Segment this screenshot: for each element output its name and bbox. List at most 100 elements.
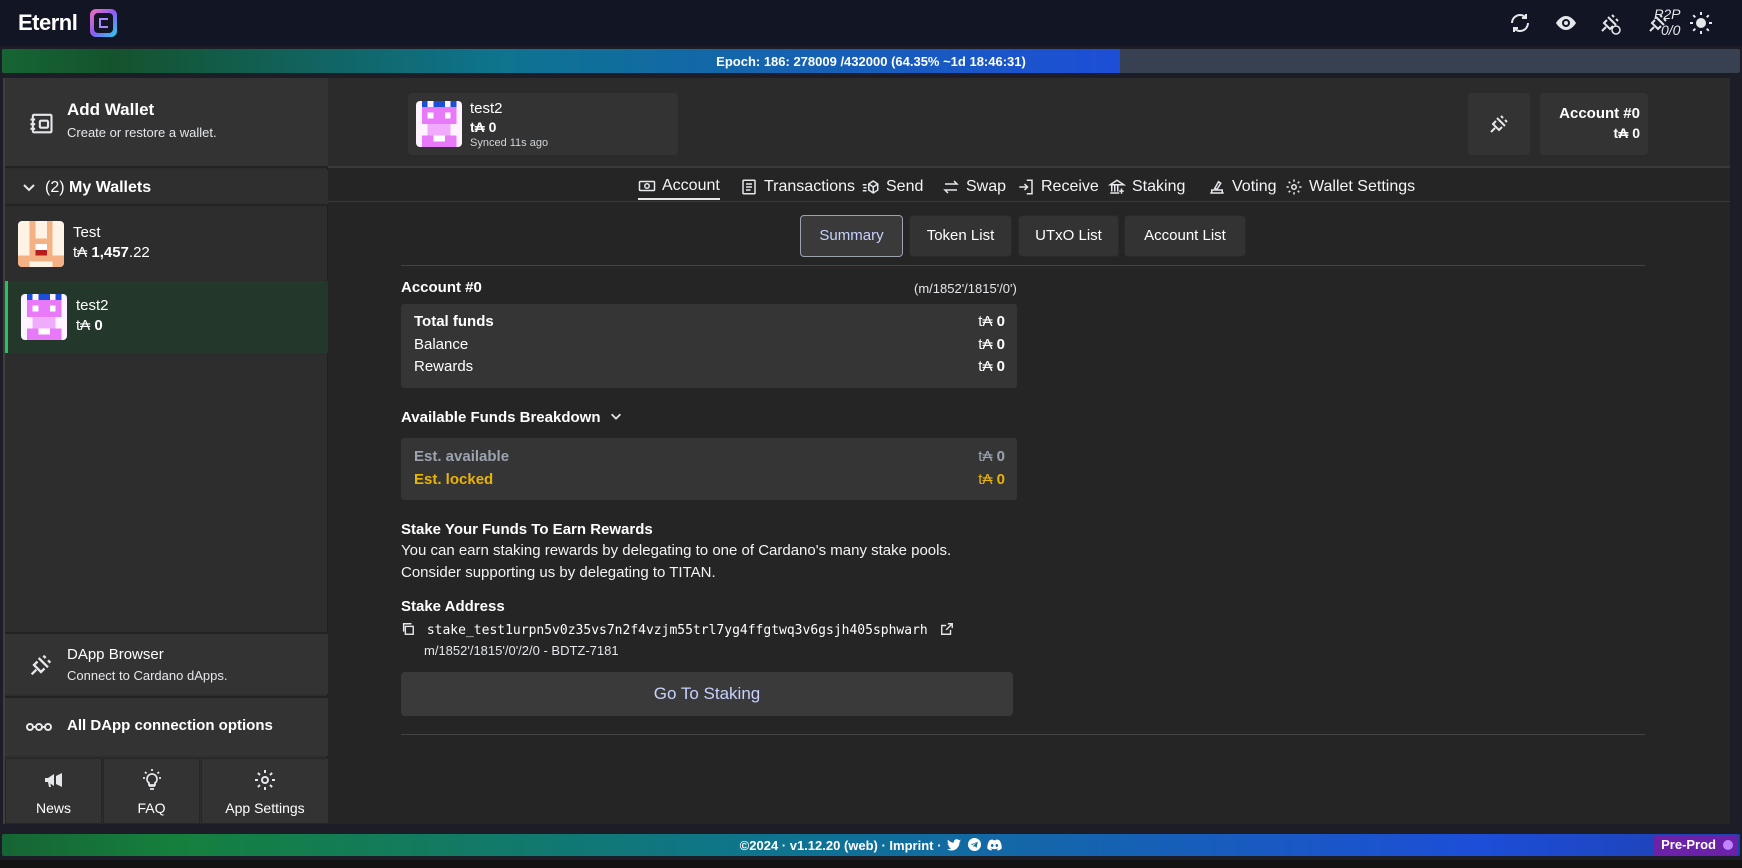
news-button[interactable]: News — [5, 758, 102, 824]
wallet-nav: Account Transactions Send Swap Receive S… — [328, 170, 1730, 202]
subtab-summary[interactable]: Summary — [800, 215, 903, 257]
balance-label: Balance — [414, 336, 469, 353]
dapp-browser-subtitle: Connect to Cardano dApps. — [67, 668, 228, 683]
funds-breakdown-toggle[interactable]: Available Funds Breakdown — [401, 409, 623, 426]
app-settings-button[interactable]: App Settings — [201, 758, 329, 824]
account-label: Account #0 — [1559, 105, 1640, 122]
rewards-row: Rewards t₳ 0 — [414, 358, 1005, 378]
tab-voting[interactable]: Voting — [1208, 174, 1276, 200]
currency-symbol: t₳ — [76, 317, 91, 334]
funds-breakdown-title: Available Funds Breakdown — [401, 409, 601, 426]
footer-copyright: ©2024 · v1.12.20 (web) · Imprint · — [739, 838, 942, 853]
dapp-browser-button[interactable]: DApp Browser Connect to Cardano dApps. — [5, 632, 329, 694]
currency-symbol: t₳ — [73, 244, 88, 261]
tab-wallet-settings-label: Wallet Settings — [1309, 178, 1416, 195]
eternl-logo-icon — [90, 9, 117, 37]
balance-integer: 1,457 — [91, 244, 129, 261]
amount: 0 — [996, 336, 1005, 353]
bottom-strip — [0, 860, 1742, 868]
est-available-label: Est. available — [414, 448, 510, 465]
go-to-staking-button[interactable]: Go To Staking — [401, 672, 1013, 716]
add-wallet-button[interactable]: Add Wallet Create or restore a wallet. — [5, 78, 329, 168]
dapp-network-icon[interactable] — [1598, 11, 1622, 35]
sync-icon[interactable] — [1508, 11, 1532, 35]
wallet-name: Test — [73, 224, 101, 241]
tab-send[interactable]: Send — [862, 174, 923, 200]
wallet-avatar — [18, 221, 64, 267]
stake-line-1: You can earn staking rewards by delegati… — [401, 542, 952, 559]
account-title: Account #0 — [401, 279, 482, 296]
faq-label: FAQ — [137, 800, 166, 816]
stake-title: Stake Your Funds To Earn Rewards — [401, 521, 653, 538]
plug-icon — [1490, 115, 1508, 133]
chevron-down-icon — [23, 184, 35, 192]
tab-wallet-settings[interactable]: Wallet Settings — [1285, 174, 1415, 200]
eye-icon[interactable] — [1554, 11, 1578, 35]
external-link-icon[interactable] — [940, 622, 954, 636]
tab-swap[interactable]: Swap — [942, 174, 1006, 200]
current-wallet-card[interactable]: test2 t₳ 0 Synced 11s ago — [408, 93, 678, 155]
voting-icon — [1210, 180, 1224, 194]
est-locked-row: Est. locked t₳ 0 — [414, 471, 1005, 491]
all-dapp-options-button[interactable]: All DApp connection options — [5, 696, 329, 756]
balance-integer: 0 — [94, 317, 103, 334]
currency-symbol: t₳ — [978, 358, 993, 375]
add-wallet-icon — [30, 113, 53, 134]
dapp-connect-button[interactable] — [1468, 93, 1530, 155]
wallet-item-test2[interactable]: test2 t₳ 0 — [5, 281, 329, 353]
amount: 0 — [996, 313, 1005, 330]
discord-icon[interactable] — [987, 839, 1003, 851]
account-icon — [638, 180, 656, 192]
sidebar-bottom-buttons: News FAQ App Settings — [5, 758, 329, 824]
sun-theme-icon[interactable] — [1689, 11, 1713, 35]
network-badge: Pre-Prod — [1653, 835, 1738, 855]
copy-icon[interactable] — [401, 622, 415, 636]
p2p-status: P2P 0/0 — [1654, 6, 1680, 38]
tab-account[interactable]: Account — [638, 174, 720, 200]
account-selector[interactable]: Account #0 t₳ 0 — [1540, 93, 1648, 155]
subtab-token-list[interactable]: Token List — [909, 215, 1012, 257]
wallet-avatar — [416, 101, 462, 147]
currency-symbol: t₳ — [978, 471, 993, 488]
sidebar: Add Wallet Create or restore a wallet. (… — [3, 78, 329, 824]
tab-staking[interactable]: Staking — [1108, 174, 1185, 200]
amount: 0 — [996, 471, 1005, 488]
est-locked-label: Est. locked — [414, 471, 494, 488]
twitter-icon[interactable] — [947, 839, 962, 851]
tab-staking-label: Staking — [1132, 178, 1186, 195]
all-dapp-options-label: All DApp connection options — [67, 717, 273, 734]
wallet-item-test[interactable]: Test t₳ 1,457.22 — [5, 208, 329, 280]
stake-address-row: stake_test1urpn5v0z35vs7n2f4vzjm55trl7yg… — [401, 622, 954, 638]
subtab-account-list[interactable]: Account List — [1124, 215, 1246, 257]
faq-button[interactable]: FAQ — [103, 758, 200, 824]
add-wallet-subtitle: Create or restore a wallet. — [67, 125, 217, 140]
currency-symbol: t₳ — [978, 448, 993, 465]
tab-receive[interactable]: Receive — [1017, 174, 1099, 200]
add-wallet-title: Add Wallet — [67, 100, 155, 119]
amount: 0 — [996, 448, 1005, 465]
subtab-utxo-list[interactable]: UTxO List — [1018, 215, 1119, 257]
lightbulb-icon — [142, 769, 161, 790]
wallet-balance: t₳ 0 — [76, 317, 103, 334]
wallet-avatar — [21, 294, 67, 340]
connection-dots-icon — [26, 723, 52, 731]
my-wallets-label: (2) My Wallets — [45, 179, 151, 197]
total-funds-label: Total funds — [414, 313, 494, 330]
divider — [401, 734, 1645, 735]
footer-bar: ©2024 · v1.12.20 (web) · Imprint · Pre-P… — [2, 834, 1740, 856]
epoch-text: Epoch: 186: 278009 /432000 (64.35% ~1d 1… — [2, 54, 1740, 69]
tab-transactions[interactable]: Transactions — [740, 174, 855, 200]
plug-icon — [30, 654, 52, 676]
megaphone-icon — [44, 773, 62, 787]
news-label: News — [35, 800, 71, 816]
wallet-balance: t₳ 0 — [470, 119, 497, 135]
my-wallets-toggle[interactable]: (2) My Wallets — [5, 170, 329, 206]
tab-send-label: Send — [886, 178, 924, 195]
telegram-icon[interactable] — [967, 838, 981, 851]
summary-subtabs: Summary Token List UTxO List Account Lis… — [328, 215, 1730, 259]
wallet-name: test2 — [470, 100, 503, 117]
swap-arrows-icon — [943, 180, 959, 194]
epoch-progress-bar: Epoch: 186: 278009 /432000 (64.35% ~1d 1… — [2, 49, 1740, 73]
tab-voting-label: Voting — [1232, 178, 1277, 195]
stake-description: You can earn staking rewards by delegati… — [401, 540, 951, 584]
